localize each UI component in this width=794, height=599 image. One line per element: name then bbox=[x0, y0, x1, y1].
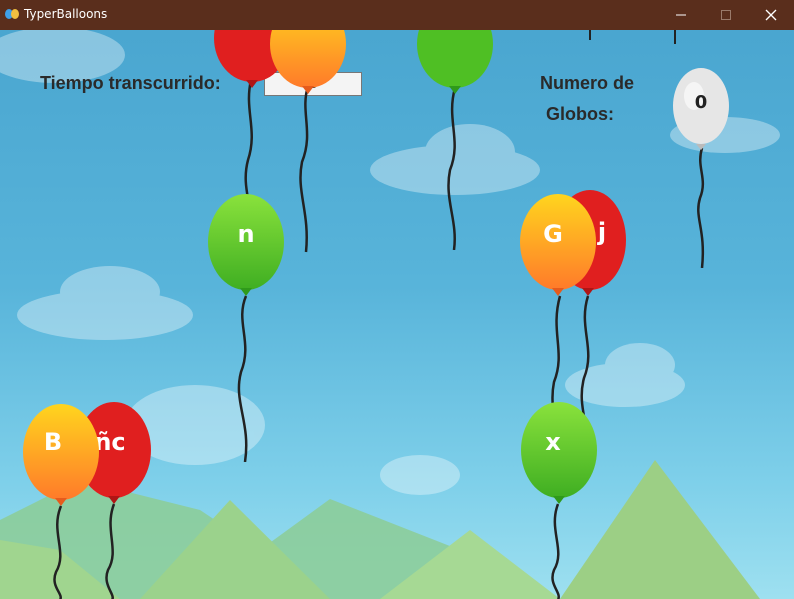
maximize-icon bbox=[721, 10, 731, 20]
balloon-count-label-line2: Globos: bbox=[546, 104, 614, 124]
balloon[interactable] bbox=[416, 30, 494, 251]
minimize-icon bbox=[676, 14, 686, 16]
close-icon bbox=[765, 9, 777, 21]
window-title: TyperBalloons bbox=[24, 7, 108, 21]
balloons-app-icon bbox=[5, 9, 19, 19]
balloon-letter: n bbox=[237, 220, 255, 248]
string-ends bbox=[589, 30, 676, 44]
balloon-letter: G bbox=[543, 220, 563, 248]
balloon-letter: x bbox=[545, 428, 561, 456]
balloon-counter: 0 bbox=[672, 68, 730, 269]
balloon-letter: B bbox=[43, 428, 63, 456]
close-button[interactable] bbox=[748, 0, 794, 30]
elapsed-time-label: Tiempo transcurrido: bbox=[40, 73, 221, 93]
balloon[interactable]: B bbox=[22, 402, 100, 599]
green-balloon-icon bbox=[417, 30, 493, 251]
minimize-button[interactable] bbox=[658, 0, 704, 30]
balloon-count-label-line1: Numero de bbox=[540, 73, 635, 93]
game-area[interactable]: Tiempo transcurrido: 3 Numero de Globos:… bbox=[0, 30, 794, 599]
maximize-button[interactable] bbox=[703, 0, 749, 30]
balloon[interactable]: x bbox=[520, 400, 598, 599]
balloon-count-value: 0 bbox=[694, 92, 708, 113]
title-bar: TyperBalloons bbox=[0, 0, 794, 30]
balloon[interactable]: n bbox=[207, 192, 285, 463]
